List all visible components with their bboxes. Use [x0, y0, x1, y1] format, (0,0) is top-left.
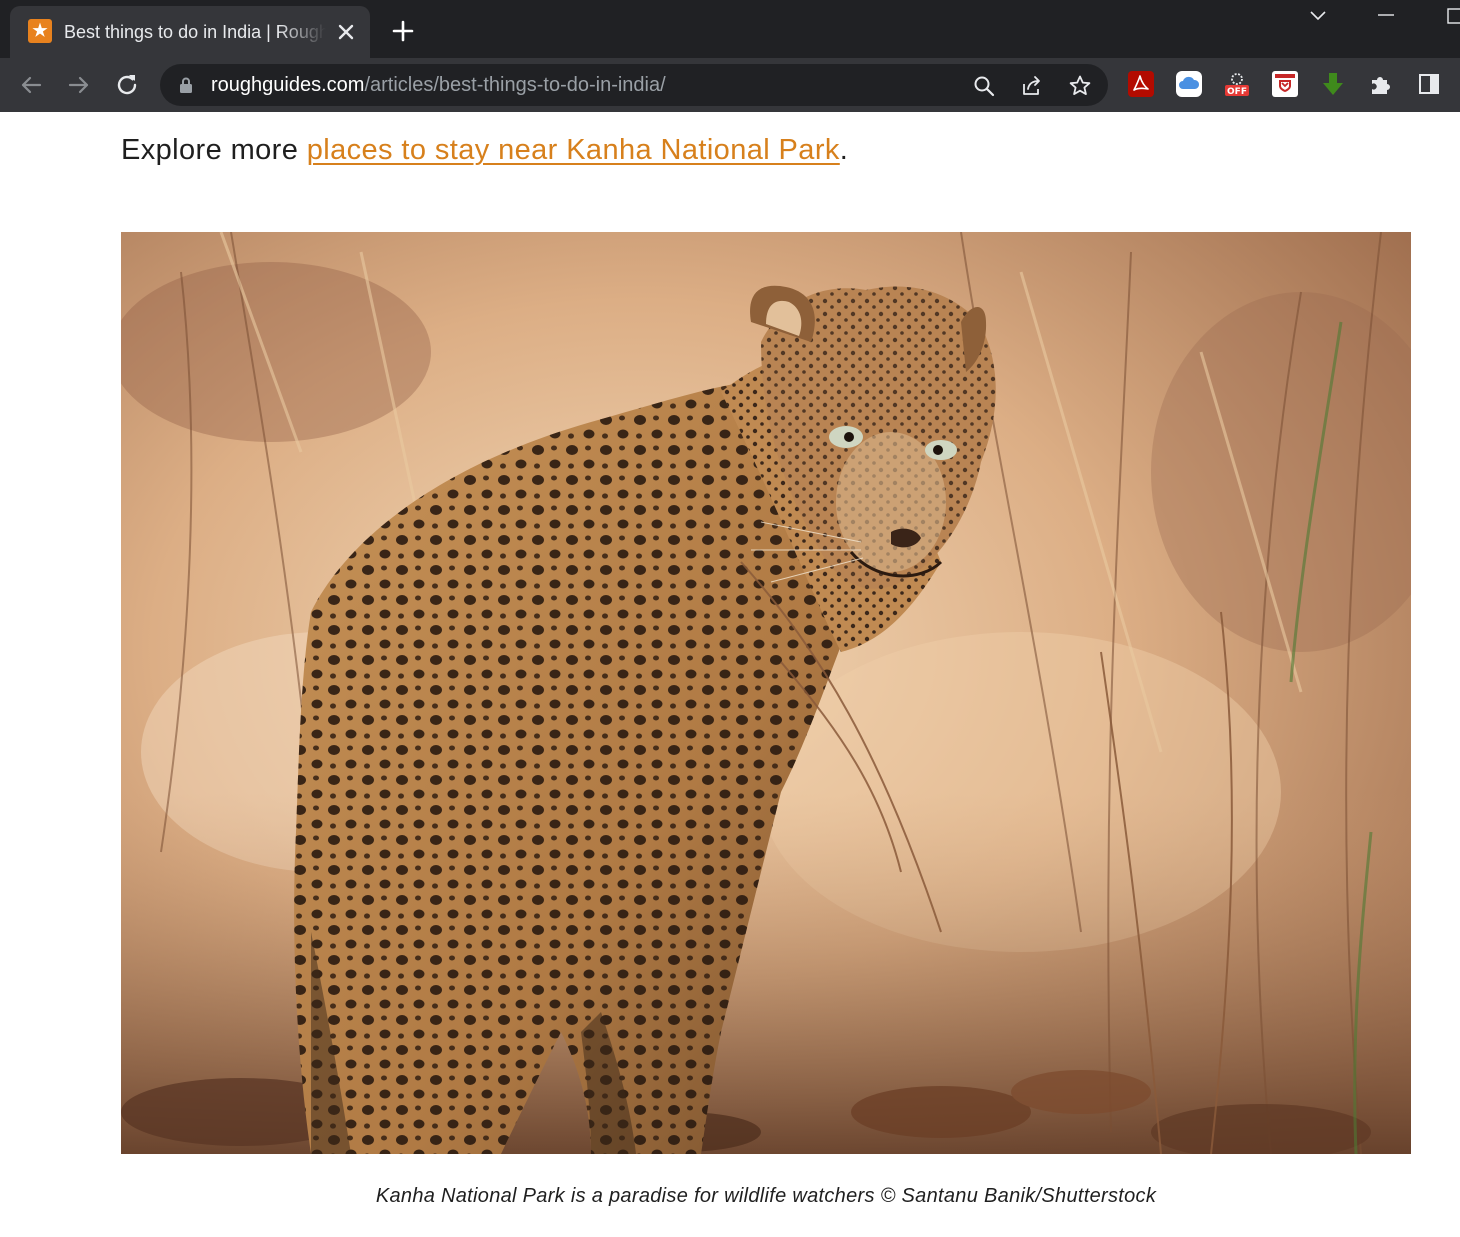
explore-prefix: Explore more	[121, 134, 307, 166]
lock-icon[interactable]	[178, 76, 194, 94]
url-text[interactable]: roughguides.com/articles/best-things-to-…	[211, 73, 666, 97]
window-minimize-icon[interactable]	[1372, 4, 1400, 28]
window-maximize-icon[interactable]	[1440, 4, 1460, 28]
tab-search-chevron-icon[interactable]	[1304, 4, 1332, 28]
adobe-pdf-extension-icon[interactable]	[1128, 71, 1154, 97]
leopard-photo-illustration	[121, 232, 1411, 1154]
back-arrow-icon[interactable]	[16, 70, 46, 100]
tab-close-icon[interactable]	[334, 20, 358, 44]
off-badge-text: OFF	[1227, 87, 1247, 97]
share-icon[interactable]	[1020, 74, 1044, 98]
photo-caption: Kanha National Park is a paradise for wi…	[375, 1185, 1157, 1207]
browser-tab-active[interactable]: ★ Best things to do in India | Rough Gui…	[10, 6, 370, 58]
search-zoom-icon[interactable]	[972, 74, 996, 98]
tab-title: Best things to do in India | Rough Guide…	[64, 22, 326, 42]
forward-arrow-icon[interactable]	[64, 70, 94, 100]
side-panel-icon[interactable]	[1416, 71, 1442, 97]
bookmark-star-icon[interactable]	[1068, 74, 1092, 98]
reload-icon[interactable]	[112, 70, 142, 100]
explore-suffix: .	[839, 134, 849, 166]
places-to-stay-link[interactable]: places to stay near Kanha National Park	[307, 134, 840, 166]
url-host: roughguides.com	[211, 74, 365, 96]
extensions-puzzle-icon[interactable]	[1368, 71, 1394, 97]
rough-guides-favicon-icon: ★	[28, 19, 52, 43]
blocker-off-extension-icon[interactable]: OFF	[1224, 71, 1250, 97]
new-tab-plus-icon[interactable]	[390, 18, 416, 44]
shield-extension-icon[interactable]	[1272, 71, 1298, 97]
cloud-extension-icon[interactable]	[1176, 71, 1202, 97]
explore-more-paragraph: Explore more places to stay near Kanha N…	[121, 130, 848, 170]
download-arrow-extension-icon[interactable]	[1320, 71, 1346, 97]
leopard-photo	[121, 232, 1411, 1154]
tab-strip: ★ Best things to do in India | Rough Gui…	[0, 0, 1460, 58]
address-bar[interactable]: roughguides.com/articles/best-things-to-…	[160, 64, 1108, 106]
page-content: Explore more places to stay near Kanha N…	[0, 112, 1460, 1237]
url-path: /articles/best-things-to-do-in-india/	[364, 74, 666, 96]
browser-toolbar: roughguides.com/articles/best-things-to-…	[0, 58, 1460, 112]
